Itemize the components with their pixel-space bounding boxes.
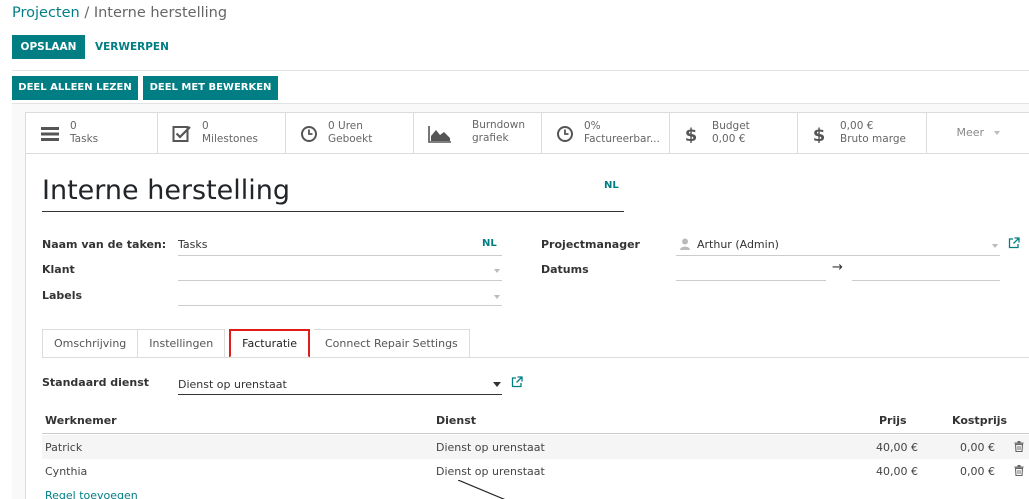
gross-margin-value: 0,00 € — [840, 120, 874, 132]
gross-margin-label: Bruto marge — [840, 133, 906, 145]
more-label: Meer — [956, 126, 985, 139]
default-service-label: Standaard dienst — [42, 376, 150, 389]
tab-invoicing[interactable]: Facturatie — [229, 329, 310, 358]
service-cell: Dienst op urenstaat — [436, 465, 545, 478]
price-cell: 40,00 € — [876, 465, 918, 478]
customer-input[interactable] — [178, 280, 502, 281]
task-name-label: Naam van de taken: — [42, 238, 167, 251]
labels-label: Labels — [42, 289, 83, 302]
cost-cell: 0,00 € — [960, 465, 995, 478]
task-name-input[interactable]: Tasks — [178, 238, 207, 251]
smart-button-gross-margin[interactable]: $ 0,00 € Bruto marge — [798, 113, 927, 153]
breadcrumb-current: Interne herstelling — [93, 5, 228, 21]
milestones-count: 0 — [202, 120, 209, 132]
chevron-down-icon — [993, 131, 1000, 135]
date-range-arrow-icon: → — [832, 260, 843, 275]
tab-description[interactable]: Omschrijving — [42, 329, 139, 358]
dollar-icon: $ — [685, 125, 698, 143]
clock-icon — [557, 126, 573, 142]
breadcrumb: Projecten / Interne herstelling — [12, 5, 227, 21]
start-date-input[interactable] — [676, 280, 826, 281]
user-avatar-icon — [680, 238, 690, 250]
customer-dropdown-icon[interactable] — [494, 269, 500, 273]
annotation-arrow — [458, 480, 506, 499]
breadcrumb-projects-link[interactable]: Projecten — [12, 5, 80, 21]
tasks-count: 0 — [70, 120, 77, 132]
smart-button-burndown[interactable]: Burndown grafiek — [414, 113, 542, 153]
smart-buttons: 0 Tasks 0 Milestones 0 Uren Geboekt Burndow… — [26, 113, 1029, 154]
project-manager-input[interactable]: Arthur (Admin) — [697, 238, 779, 251]
project-title-input[interactable]: Interne herstelling — [42, 175, 290, 206]
project-manager-dropdown-icon[interactable] — [992, 244, 998, 248]
save-button[interactable]: OPSLAAN — [12, 35, 85, 59]
share-read-only-button[interactable]: DEEL ALLEEN LEZEN — [12, 76, 138, 100]
burndown-label-2: grafiek — [472, 132, 509, 144]
title-language-button[interactable]: NL — [604, 180, 619, 191]
default-service-input[interactable]: Dienst op urenstaat — [178, 378, 287, 391]
svg-text:$: $ — [813, 125, 826, 143]
burndown-label-1: Burndown — [472, 119, 525, 131]
more-button[interactable]: Meer — [927, 113, 1029, 153]
tasks-label: Tasks — [70, 133, 99, 145]
notebook-tabs: Omschrijving Instellingen Facturatie Con… — [42, 329, 470, 358]
cost-cell: 0,00 € — [960, 441, 995, 454]
tab-settings[interactable]: Instellingen — [138, 329, 226, 358]
price-cell: 40,00 € — [876, 441, 918, 454]
svg-text:$: $ — [685, 125, 698, 143]
employee-cell: Cynthia — [45, 465, 88, 478]
dates-label: Datums — [541, 263, 589, 276]
title-underline — [42, 211, 624, 212]
labels-input[interactable] — [178, 305, 502, 306]
share-edit-button[interactable]: DEEL MET BEWERKEN — [143, 76, 278, 100]
tasks-icon — [41, 127, 59, 141]
smart-button-budget[interactable]: $ Budget 0,00 € — [670, 113, 798, 153]
external-link-icon[interactable] — [511, 376, 523, 388]
smart-button-billable[interactable]: 0% Factureerbar... — [542, 113, 670, 153]
task-name-language-button[interactable]: NL — [482, 238, 497, 249]
budget-value: 0,00 € — [712, 133, 746, 145]
service-cell: Dienst op urenstaat — [436, 441, 545, 454]
area-chart-icon — [428, 126, 451, 143]
column-header-cost[interactable]: Kostprijs — [952, 414, 1007, 427]
hours-value: 0 Uren — [328, 120, 363, 132]
table-row[interactable]: Patrick Dienst op urenstaat 40,00 € 0,00… — [42, 435, 1029, 459]
smart-button-hours[interactable]: 0 Uren Geboekt — [286, 113, 414, 153]
billable-label: Factureerbar... — [584, 133, 660, 145]
column-header-service[interactable]: Dienst — [436, 414, 476, 427]
labels-dropdown-icon[interactable] — [494, 295, 500, 299]
table-header-divider — [42, 433, 1029, 434]
trash-icon[interactable] — [1014, 441, 1024, 452]
project-manager-underline — [676, 255, 1000, 256]
customer-label: Klant — [42, 263, 75, 276]
form-sheet: 0 Tasks 0 Milestones 0 Uren Geboekt Burndow… — [25, 112, 1029, 499]
default-service-dropdown-icon[interactable] — [493, 382, 501, 387]
table-row[interactable]: Cynthia Dienst op urenstaat 40,00 € 0,00… — [42, 459, 1029, 483]
dollar-icon: $ — [813, 125, 826, 143]
smart-button-tasks[interactable]: 0 Tasks — [26, 113, 158, 153]
column-header-employee[interactable]: Werknemer — [45, 414, 117, 427]
trash-icon[interactable] — [1014, 465, 1024, 476]
milestones-label: Milestones — [202, 133, 258, 145]
end-date-input[interactable] — [852, 280, 1000, 281]
default-service-underline — [178, 394, 502, 395]
project-manager-label: Projectmanager — [541, 238, 640, 251]
task-name-underline — [178, 255, 502, 256]
budget-label: Budget — [712, 120, 750, 132]
billable-value: 0% — [584, 120, 601, 132]
hours-label: Geboekt — [328, 133, 373, 145]
column-header-price[interactable]: Prijs — [879, 414, 907, 427]
control-panel-divider — [12, 70, 1029, 71]
clock-icon — [301, 126, 317, 142]
tab-connect-repair-settings[interactable]: Connect Repair Settings — [313, 329, 470, 358]
add-line-link[interactable]: Regel toevoegen — [45, 489, 138, 499]
discard-button[interactable]: VERWERPEN — [95, 35, 169, 59]
breadcrumb-separator: / — [79, 5, 94, 21]
external-link-icon[interactable] — [1008, 237, 1020, 249]
smart-button-milestones[interactable]: 0 Milestones — [158, 113, 286, 153]
check-square-icon — [172, 126, 191, 142]
employee-cell: Patrick — [45, 441, 83, 454]
tabs-divider — [42, 357, 1029, 358]
